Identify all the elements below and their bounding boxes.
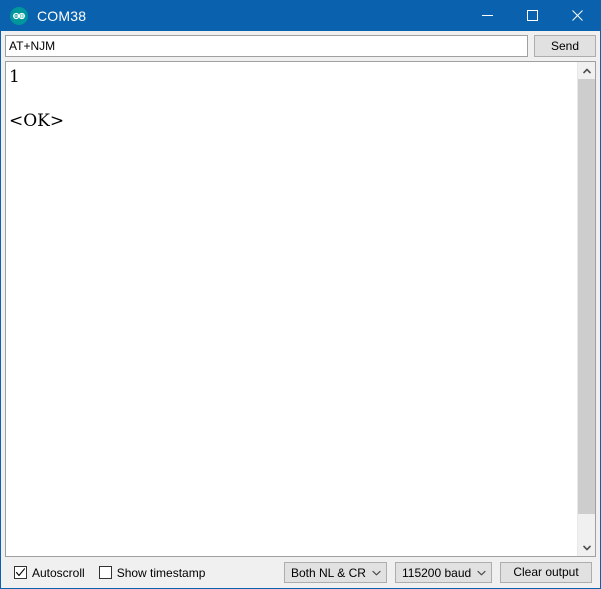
clear-output-button[interactable]: Clear output	[500, 562, 592, 583]
autoscroll-label: Autoscroll	[32, 565, 85, 580]
arduino-infinity-icon	[10, 6, 28, 25]
show-timestamp-label: Show timestamp	[116, 565, 206, 580]
show-timestamp-checkbox[interactable]: Show timestamp	[98, 565, 206, 580]
footer-bar: Autoscroll Show timestamp Both NL & CR 1…	[1, 557, 600, 588]
send-button[interactable]: Send	[534, 35, 596, 57]
serial-monitor-window: COM38 Send 1 <OK>	[0, 0, 601, 589]
console-area: 1 <OK>	[5, 61, 596, 557]
console-output[interactable]: 1 <OK>	[6, 64, 577, 556]
chevron-down-icon	[366, 570, 386, 576]
autoscroll-checkbox[interactable]: Autoscroll	[14, 566, 85, 580]
scroll-up-button[interactable]	[578, 62, 595, 79]
check-icon	[15, 568, 26, 577]
window-controls	[465, 0, 600, 31]
baud-rate-dropdown[interactable]: 115200 baud	[395, 562, 492, 583]
show-timestamp-checkbox-box[interactable]	[98, 566, 112, 579]
scroll-down-button[interactable]	[578, 539, 595, 556]
line-ending-value: Both NL & CR	[291, 565, 366, 580]
scrollbar-thumb[interactable]	[578, 79, 595, 514]
window-title: COM38	[37, 7, 87, 24]
scrollbar-track[interactable]	[578, 79, 595, 539]
baud-rate-value: 115200 baud	[402, 565, 472, 580]
close-button[interactable]	[555, 0, 600, 31]
console-scrollbar[interactable]	[577, 62, 595, 556]
maximize-button[interactable]	[510, 0, 555, 31]
chevron-up-icon	[582, 68, 591, 73]
command-input[interactable]	[5, 35, 528, 57]
title-bar[interactable]: COM38	[1, 0, 600, 31]
send-bar: Send	[1, 31, 600, 61]
chevron-down-icon	[471, 570, 491, 576]
autoscroll-checkbox-box[interactable]	[14, 566, 27, 579]
chevron-down-icon	[582, 545, 591, 550]
minimize-button[interactable]	[465, 0, 510, 31]
line-ending-dropdown[interactable]: Both NL & CR	[284, 562, 387, 583]
